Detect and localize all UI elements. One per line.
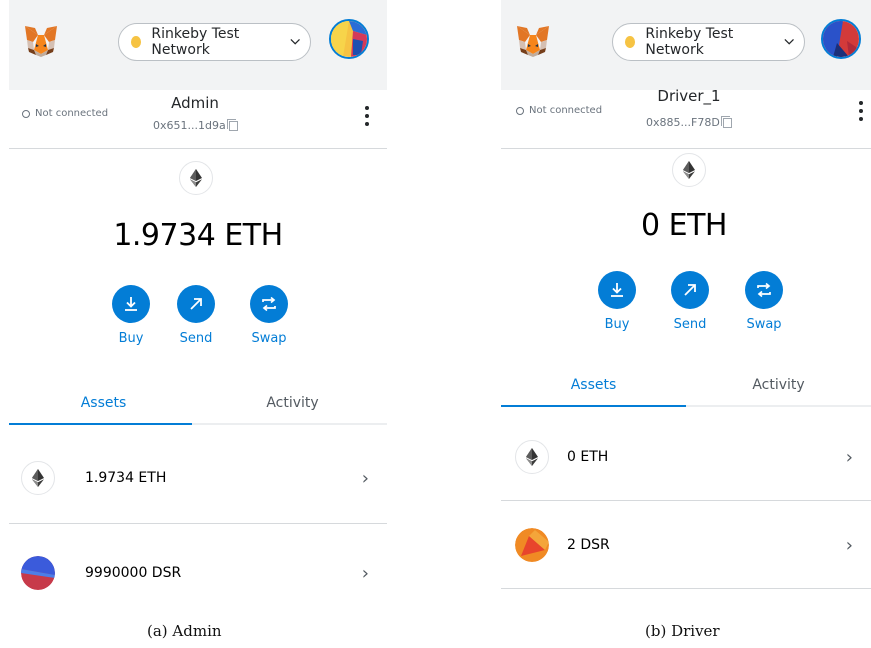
address-text: 0x651...1d9a [153,119,226,132]
address-text: 0x885...F78D [646,116,720,129]
tab-activity[interactable]: Activity [686,365,871,405]
network-name: Rinkeby Test Network [645,26,734,58]
metamask-fox-icon[interactable] [23,24,59,58]
chevron-right-icon: › [361,562,369,584]
asset-label: 9990000 DSR [85,565,182,581]
account-name: Driver_1 [657,87,721,105]
connection-label: Not connected [529,105,603,116]
wallet-header: Rinkeby Test Network [9,0,387,90]
dsr-token-icon [515,528,549,562]
network-status-dot [625,36,636,48]
dsr-token-icon [21,556,55,590]
swap-button[interactable]: Swap [734,271,794,332]
asset-row-dsr[interactable]: 2 DSR › [501,528,871,562]
divider [501,500,871,501]
wallet-header: Rinkeby Test Network [501,0,871,90]
network-selector[interactable]: Rinkeby Test Network [118,23,311,61]
network-status-dot [131,36,142,48]
account-bar: Not connected Admin 0x651...1d9a [9,90,387,149]
wallet-panel-admin: Rinkeby Test Network Not connected Admin… [9,0,387,600]
caption-driver: (b) Driver [645,622,720,640]
buy-button[interactable]: Buy [101,285,161,346]
eth-logo-icon [672,153,706,187]
eth-logo-icon [179,161,213,195]
divider [9,523,387,524]
asset-tabs: Assets Activity [501,365,871,407]
buy-label: Buy [118,331,144,346]
connection-status[interactable]: Not connected [516,105,602,116]
account-avatar[interactable] [329,19,369,59]
swap-label: Swap [251,331,287,346]
send-button[interactable]: Send [166,285,226,346]
network-name: Rinkeby Test Network [151,26,240,58]
copy-icon[interactable] [720,115,732,128]
more-options-icon[interactable] [858,101,864,121]
eth-icon [515,440,549,474]
network-selector[interactable]: Rinkeby Test Network [612,23,805,61]
more-options-icon[interactable] [364,106,370,126]
chevron-right-icon: › [845,446,853,468]
buy-button[interactable]: Buy [587,271,647,332]
balance-display: 1.9734 ETH [113,218,283,253]
status-ring-icon [22,109,30,118]
account-name: Admin [171,94,219,112]
wallet-panel-driver: Rinkeby Test Network Not connected Drive… [501,0,871,600]
chevron-right-icon: › [845,534,853,556]
tab-assets[interactable]: Assets [9,383,198,423]
swap-label: Swap [746,317,782,332]
status-ring-icon [516,106,524,115]
asset-row-dsr[interactable]: 9990000 DSR › [9,556,387,590]
asset-label: 0 ETH [567,449,609,465]
chevron-down-icon [784,38,794,46]
asset-row-eth[interactable]: 1.9734 ETH › [9,461,387,495]
account-address[interactable]: 0x651...1d9a [153,118,238,132]
connection-label: Not connected [35,108,109,119]
send-label: Send [673,317,707,332]
send-button[interactable]: Send [660,271,720,332]
buy-label: Buy [604,317,630,332]
download-icon [112,285,150,323]
swap-button[interactable]: Swap [239,285,299,346]
chevron-down-icon [290,38,300,46]
active-tab-indicator [501,405,686,407]
arrow-up-right-icon [177,285,215,323]
asset-label: 1.9734 ETH [85,470,167,486]
asset-label: 2 DSR [567,537,610,553]
arrow-up-right-icon [671,271,709,309]
copy-icon[interactable] [226,118,238,131]
send-label: Send [179,331,213,346]
eth-icon [21,461,55,495]
metamask-fox-icon[interactable] [515,24,551,58]
download-icon [598,271,636,309]
asset-tabs: Assets Activity [9,383,387,425]
caption-admin: (a) Admin [147,622,222,640]
connection-status[interactable]: Not connected [22,108,108,119]
chevron-right-icon: › [361,467,369,489]
balance-display: 0 ETH [641,208,727,243]
tab-assets[interactable]: Assets [501,365,686,405]
tab-activity[interactable]: Activity [198,383,387,423]
account-avatar[interactable] [821,19,861,59]
account-address[interactable]: 0x885...F78D [646,115,732,129]
active-tab-indicator [9,423,192,425]
account-bar: Not connected Driver_1 0x885...F78D [501,87,871,149]
swap-arrows-icon [250,285,288,323]
asset-row-eth[interactable]: 0 ETH › [501,440,871,474]
divider [501,588,871,589]
swap-arrows-icon [745,271,783,309]
